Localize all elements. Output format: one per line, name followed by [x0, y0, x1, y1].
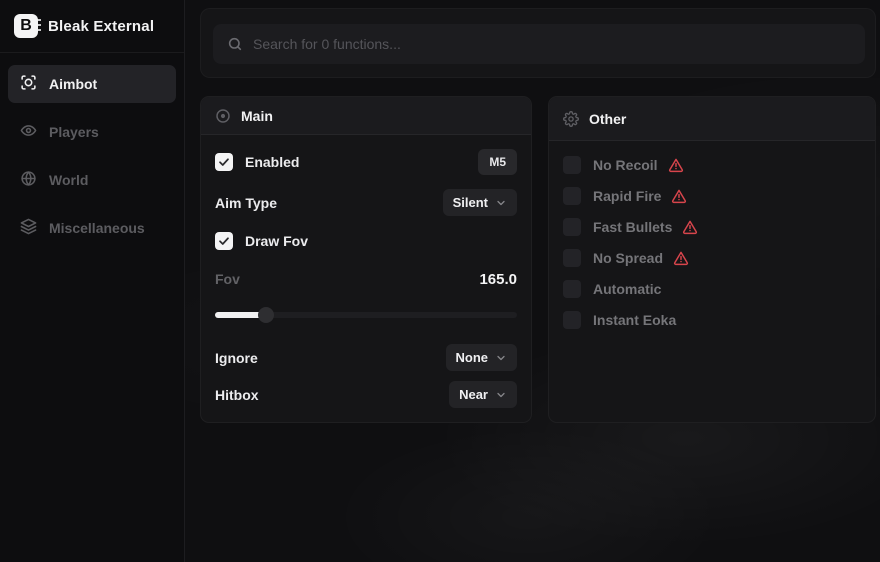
target-icon: [215, 108, 231, 124]
aim-type-label: Aim Type: [215, 195, 277, 211]
draw-fov-label: Draw Fov: [245, 233, 308, 249]
toggle-row: No Recoil: [563, 155, 861, 175]
toggle-checkbox[interactable]: [563, 218, 581, 236]
panel-title: Main: [241, 108, 273, 124]
toggle-label: Instant Eoka: [593, 312, 676, 328]
toggle-checkbox[interactable]: [563, 311, 581, 329]
toggle-checkbox[interactable]: [563, 187, 581, 205]
enabled-checkbox[interactable]: [215, 153, 233, 171]
toggle-label: No Spread: [593, 250, 663, 266]
ignore-dropdown[interactable]: None: [446, 344, 518, 371]
toggle-label: Fast Bullets: [593, 219, 672, 235]
toggle-row: Instant Eoka: [563, 310, 861, 330]
app-title: Bleak External: [48, 18, 154, 35]
warning-triangle-icon: [668, 157, 684, 173]
toggle-checkbox[interactable]: [563, 249, 581, 267]
main-panel-body: Enabled M5 Aim Type Silent: [201, 135, 531, 422]
other-panel: Other No Recoil Rapid Fire Fast Bullets: [548, 96, 876, 423]
eye-icon: [20, 122, 37, 142]
sidebar-item-label: Aimbot: [49, 76, 97, 92]
layers-icon: [20, 218, 37, 238]
warning-triangle-icon: [671, 188, 687, 204]
fov-value: 165.0: [479, 271, 517, 288]
fov-slider-row: [215, 304, 517, 326]
app-window: B Bleak External Aimbot: [0, 0, 880, 562]
draw-fov-checkbox[interactable]: [215, 232, 233, 250]
aim-type-row: Aim Type Silent: [215, 189, 517, 216]
hitbox-value: Near: [459, 387, 488, 402]
other-panel-header: Other: [549, 97, 875, 141]
ignore-value: None: [456, 350, 489, 365]
chevron-down-icon: [495, 352, 507, 364]
toggle-label: Rapid Fire: [593, 188, 661, 204]
chevron-down-icon: [495, 389, 507, 401]
enabled-keybind-button[interactable]: M5: [478, 149, 517, 175]
toggle-row: No Spread: [563, 248, 861, 268]
search-input[interactable]: [253, 36, 851, 52]
toggle-label: Automatic: [593, 281, 661, 297]
sidebar: B Bleak External Aimbot: [0, 0, 185, 562]
hitbox-label: Hitbox: [215, 387, 259, 403]
warning-triangle-icon: [673, 250, 689, 266]
app-logo-icon: B: [14, 14, 38, 38]
fov-label: Fov: [215, 271, 240, 287]
content-area: Main Enabled M5 Aim Type: [185, 0, 880, 562]
toggle-row: Rapid Fire: [563, 186, 861, 206]
ignore-row: Ignore None: [215, 344, 517, 371]
crosshair-focus-icon: [20, 74, 37, 94]
enabled-label: Enabled: [245, 154, 299, 170]
ignore-label: Ignore: [215, 350, 258, 366]
sidebar-item-label: Miscellaneous: [49, 220, 145, 236]
gear-icon: [563, 111, 579, 127]
sidebar-item-label: World: [49, 172, 88, 188]
sidebar-item-players[interactable]: Players: [8, 113, 176, 151]
aim-type-dropdown[interactable]: Silent: [443, 189, 517, 216]
sidebar-item-miscellaneous[interactable]: Miscellaneous: [8, 209, 176, 247]
toggle-label: No Recoil: [593, 157, 658, 173]
search-box[interactable]: [213, 24, 865, 64]
warning-triangle-icon: [682, 219, 698, 235]
toggle-row: Fast Bullets: [563, 217, 861, 237]
hitbox-dropdown[interactable]: Near: [449, 381, 517, 408]
toggle-checkbox[interactable]: [563, 280, 581, 298]
sidebar-nav: Aimbot Players: [0, 53, 184, 259]
brand: B Bleak External: [0, 0, 184, 53]
other-panel-body: No Recoil Rapid Fire Fast Bullets: [549, 141, 875, 344]
sidebar-item-aimbot[interactable]: Aimbot: [8, 65, 176, 103]
toggle-row: Automatic: [563, 279, 861, 299]
panel-title: Other: [589, 111, 626, 127]
fov-slider-thumb[interactable]: [258, 307, 274, 323]
toggle-checkbox[interactable]: [563, 156, 581, 174]
hitbox-row: Hitbox Near: [215, 381, 517, 408]
fov-row: Fov 165.0: [215, 268, 517, 290]
sidebar-item-label: Players: [49, 124, 99, 140]
search-icon: [227, 36, 243, 52]
enabled-row: Enabled M5: [215, 149, 517, 175]
globe-icon: [20, 170, 37, 190]
main-panel: Main Enabled M5 Aim Type: [200, 96, 532, 423]
draw-fov-row: Draw Fov: [215, 230, 517, 252]
fov-slider[interactable]: [215, 312, 517, 318]
aim-type-value: Silent: [453, 195, 488, 210]
chevron-down-icon: [495, 197, 507, 209]
sidebar-item-world[interactable]: World: [8, 161, 176, 199]
panels: Main Enabled M5 Aim Type: [200, 96, 876, 423]
search-container: [200, 8, 876, 78]
main-panel-header: Main: [201, 97, 531, 135]
